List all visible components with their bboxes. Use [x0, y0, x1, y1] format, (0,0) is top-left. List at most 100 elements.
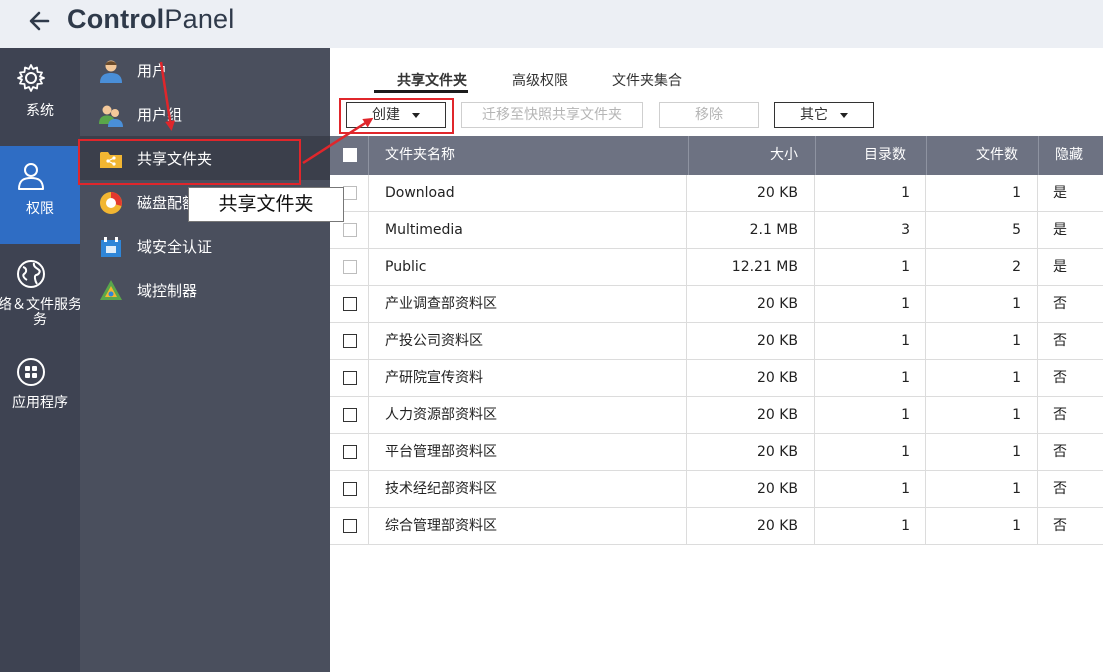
- globe-icon: [15, 258, 47, 290]
- table-row[interactable]: 技术经纪部资料区 20 KB 1 1 否: [330, 471, 1103, 508]
- remove-button[interactable]: 移除: [659, 102, 759, 128]
- table-row[interactable]: Public 12.21 MB 1 2 是: [330, 249, 1103, 286]
- app-title-light: Panel: [164, 4, 235, 34]
- size-cell: 12.21 MB: [731, 259, 798, 275]
- column-divider: [925, 212, 926, 249]
- hidden-cell: 否: [1053, 333, 1067, 349]
- back-arrow-icon[interactable]: [26, 6, 56, 36]
- domain-security-icon: [98, 234, 124, 260]
- size-cell: 20 KB: [756, 407, 798, 423]
- rail-item-permissions[interactable]: 权限: [0, 146, 80, 244]
- rail-label-network-file-services-line2: 务: [33, 312, 47, 328]
- column-divider: [814, 360, 815, 397]
- folder-name-cell[interactable]: 产投公司资料区: [385, 323, 483, 360]
- row-checkbox[interactable]: [343, 371, 357, 385]
- dir-count-cell: 1: [901, 481, 910, 497]
- column-divider: [686, 471, 687, 508]
- file-count-cell: 1: [1012, 296, 1021, 312]
- column-divider: [1037, 360, 1038, 397]
- file-count-cell: 1: [1012, 518, 1021, 534]
- folder-name-cell[interactable]: Multimedia: [385, 212, 463, 249]
- size-cell: 20 KB: [756, 185, 798, 201]
- row-checkbox[interactable]: [343, 297, 357, 311]
- migrate-to-snapshot-button[interactable]: 迁移至快照共享文件夹: [461, 102, 643, 128]
- row-checkbox[interactable]: [343, 408, 357, 422]
- folder-name-cell[interactable]: Public: [385, 249, 426, 286]
- column-divider: [1037, 471, 1038, 508]
- size-cell: 20 KB: [756, 481, 798, 497]
- column-divider: [925, 434, 926, 471]
- column-divider: [686, 397, 687, 434]
- table-row[interactable]: 产投公司资料区 20 KB 1 1 否: [330, 323, 1103, 360]
- table-row[interactable]: 综合管理部资料区 20 KB 1 1 否: [330, 508, 1103, 545]
- rail-item-applications[interactable]: 应用程序: [0, 342, 80, 440]
- column-header-folder-name[interactable]: 文件夹名称: [385, 136, 455, 175]
- column-header-file-count[interactable]: 文件数: [928, 136, 1018, 175]
- table-row[interactable]: Download 20 KB 1 1 是: [330, 175, 1103, 212]
- rail-item-system[interactable]: 系统: [0, 48, 80, 146]
- column-divider: [814, 508, 815, 545]
- row-checkbox[interactable]: [343, 445, 357, 459]
- column-header-dir-count[interactable]: 目录数: [817, 136, 906, 175]
- column-divider: [814, 397, 815, 434]
- column-divider: [814, 249, 815, 286]
- column-divider: [925, 471, 926, 508]
- row-checkbox[interactable]: [343, 186, 357, 200]
- column-divider: [368, 136, 369, 175]
- user-avatar-icon: [98, 58, 124, 84]
- row-checkbox[interactable]: [343, 482, 357, 496]
- table-row[interactable]: 人力资源部资料区 20 KB 1 1 否: [330, 397, 1103, 434]
- column-divider: [686, 175, 687, 212]
- dir-count-cell: 1: [901, 259, 910, 275]
- file-count-cell: 1: [1012, 407, 1021, 423]
- dir-count-cell: 3: [901, 222, 910, 238]
- row-checkbox[interactable]: [343, 260, 357, 274]
- folder-name-cell[interactable]: 产业调查部资料区: [385, 286, 497, 323]
- column-divider: [368, 286, 369, 323]
- column-divider: [925, 508, 926, 545]
- table-row[interactable]: 产研院宣传资料 20 KB 1 1 否: [330, 360, 1103, 397]
- subnav-item-domain-controller[interactable]: 域控制器: [80, 268, 330, 312]
- column-header-size[interactable]: 大小: [690, 136, 798, 175]
- folder-name-cell[interactable]: 综合管理部资料区: [385, 508, 497, 545]
- column-divider: [1037, 323, 1038, 360]
- subnav-item-user-groups[interactable]: 用户组: [80, 92, 330, 136]
- column-divider: [368, 397, 369, 434]
- folder-name-cell[interactable]: 技术经纪部资料区: [385, 471, 497, 508]
- size-cell: 20 KB: [756, 444, 798, 460]
- subnav-label-domain-security: 域安全认证: [137, 238, 213, 256]
- column-header-hidden[interactable]: 隐藏: [1055, 136, 1083, 175]
- folder-name-cell[interactable]: Download: [385, 175, 455, 212]
- table-row[interactable]: Multimedia 2.1 MB 3 5 是: [330, 212, 1103, 249]
- other-button[interactable]: 其它: [774, 102, 874, 128]
- column-divider: [925, 249, 926, 286]
- column-divider: [686, 323, 687, 360]
- folder-name-cell[interactable]: 人力资源部资料区: [385, 397, 497, 434]
- column-divider: [814, 175, 815, 212]
- subnav-label-user-groups: 用户组: [137, 106, 183, 124]
- rail-label-applications: 应用程序: [12, 395, 68, 411]
- tab-advanced-permissions[interactable]: 高级权限: [512, 70, 568, 90]
- column-divider: [1038, 136, 1039, 175]
- column-divider: [925, 397, 926, 434]
- row-checkbox[interactable]: [343, 334, 357, 348]
- file-count-cell: 2: [1012, 259, 1021, 275]
- subnav-item-domain-security[interactable]: 域安全认证: [80, 224, 330, 268]
- subnav-item-users[interactable]: 用户: [80, 48, 330, 92]
- main-category-rail: 系统 权限 络＆文件服务 务 应用程序: [0, 48, 82, 672]
- hidden-cell: 否: [1053, 370, 1067, 386]
- folder-name-cell[interactable]: 平台管理部资料区: [385, 434, 497, 471]
- annotation-highlight-shared-folders: [78, 139, 301, 185]
- row-checkbox[interactable]: [343, 223, 357, 237]
- select-all-checkbox[interactable]: [343, 148, 357, 162]
- tab-folder-aggregation[interactable]: 文件夹集合: [612, 70, 682, 90]
- table-row[interactable]: 平台管理部资料区 20 KB 1 1 否: [330, 434, 1103, 471]
- rail-label-network-file-services: 络＆文件服务: [0, 297, 82, 313]
- column-divider: [814, 286, 815, 323]
- file-count-cell: 1: [1012, 370, 1021, 386]
- rail-item-network-file-services[interactable]: 络＆文件服务 务: [0, 244, 82, 342]
- folder-name-cell[interactable]: 产研院宣传资料: [385, 360, 483, 397]
- table-row[interactable]: 产业调查部资料区 20 KB 1 1 否: [330, 286, 1103, 323]
- row-checkbox[interactable]: [343, 519, 357, 533]
- tab-shared-folders[interactable]: 共享文件夹: [397, 70, 467, 90]
